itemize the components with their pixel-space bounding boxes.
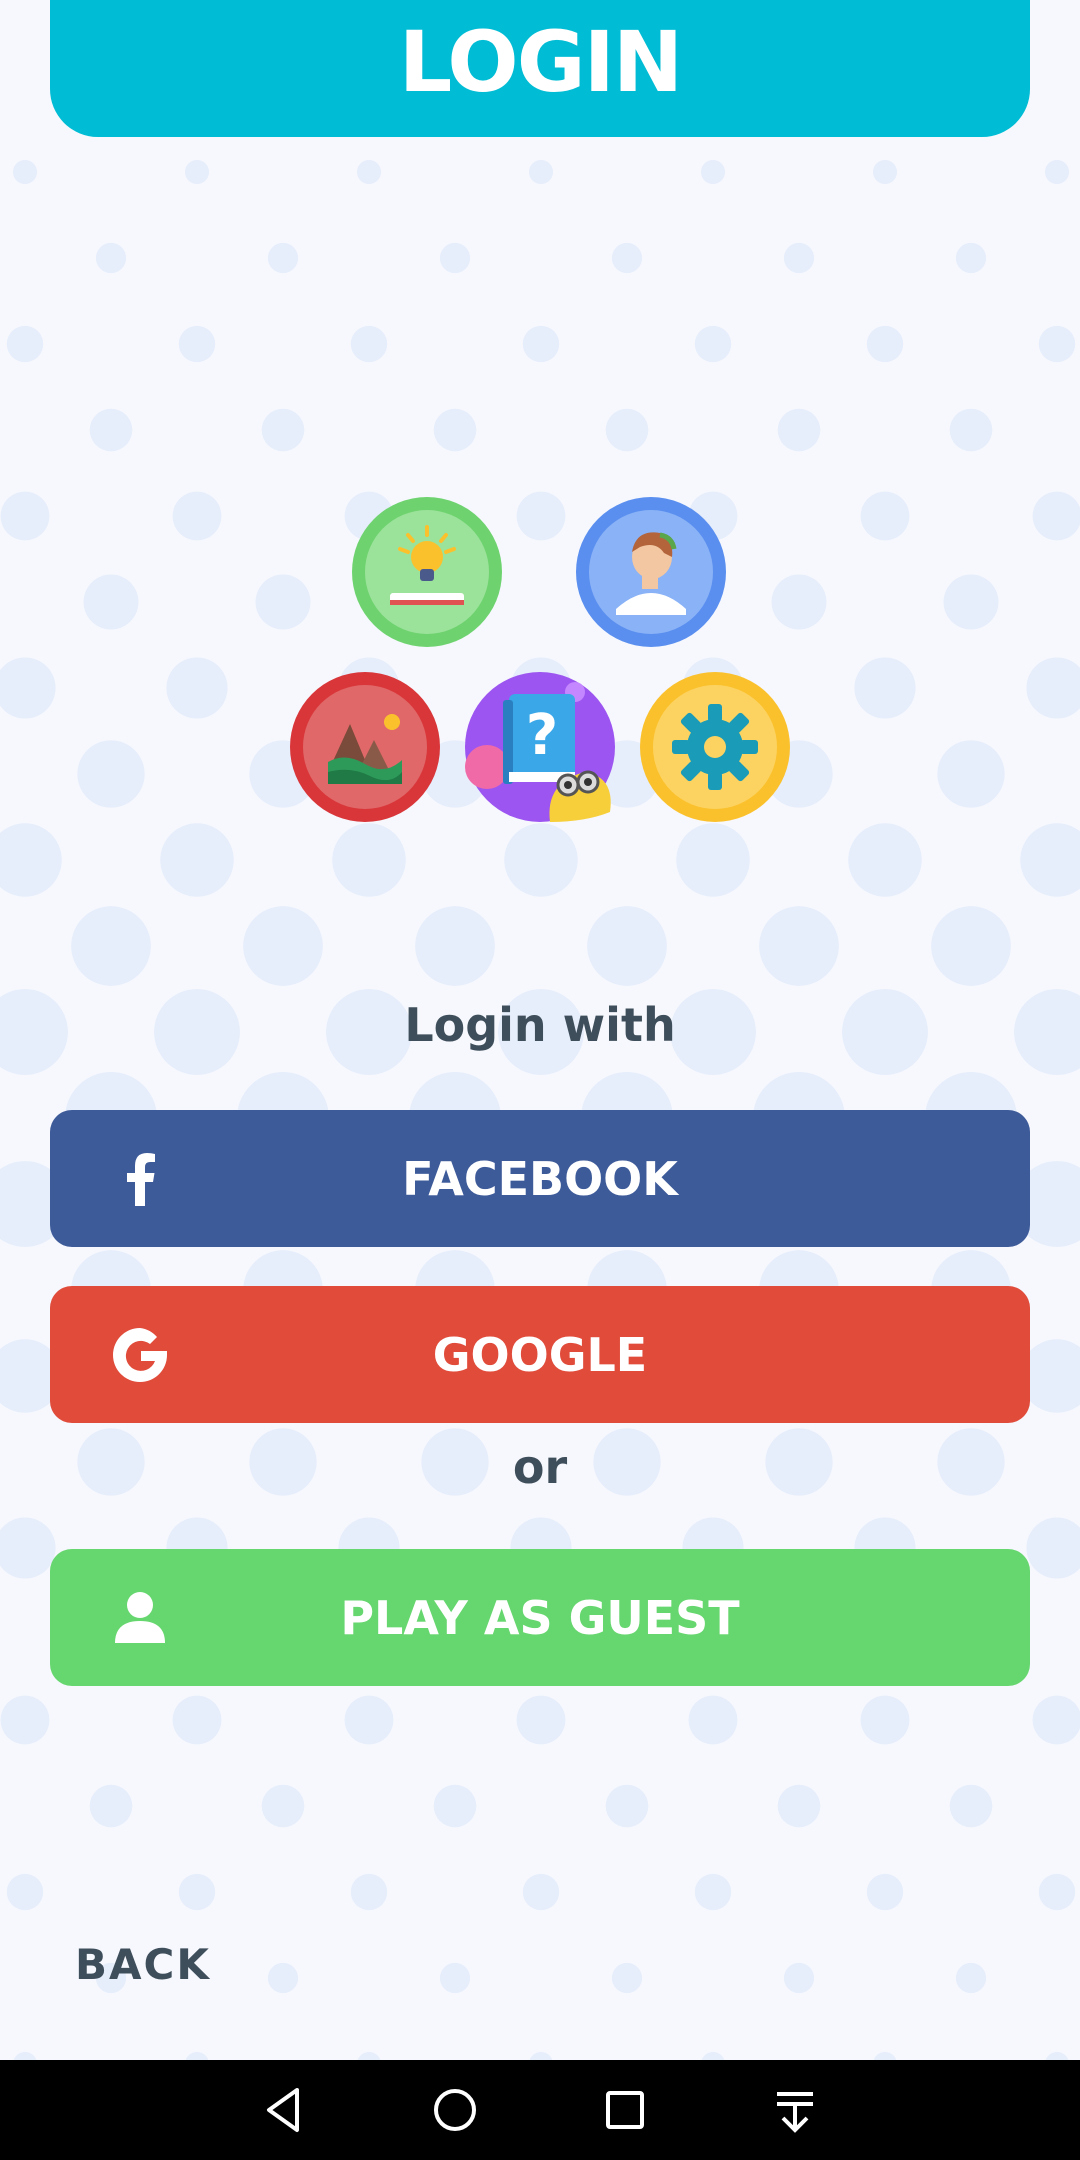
facebook-login-button[interactable]: FACEBOOK [50, 1110, 1030, 1247]
google-icon [105, 1320, 175, 1390]
facebook-button-label: FACEBOOK [402, 1151, 678, 1206]
category-badge-quiz: ? [465, 672, 615, 822]
back-button[interactable]: BACK [75, 1940, 211, 1989]
login-with-label: Login with [404, 998, 676, 1052]
page-title: LOGIN [398, 13, 683, 111]
google-login-button[interactable]: GOOGLE [50, 1286, 1030, 1423]
person-icon [105, 1583, 175, 1653]
guest-button-label: PLAY AS GUEST [340, 1590, 740, 1645]
svg-text:?: ? [526, 703, 558, 768]
back-triangle-icon[interactable] [255, 2080, 315, 2140]
category-badge-ideas [352, 497, 502, 647]
mountain-landscape-icon [290, 672, 440, 822]
google-button-label: GOOGLE [432, 1327, 648, 1382]
notification-pull-icon[interactable] [765, 2080, 825, 2140]
system-navigation-bar [0, 2060, 1080, 2160]
category-badge-geography [290, 672, 440, 822]
history-person-icon [576, 497, 726, 647]
recents-square-icon[interactable] [595, 2080, 655, 2140]
header-banner: LOGIN [50, 0, 1030, 137]
lightbulb-book-icon [352, 497, 502, 647]
facebook-icon [105, 1144, 175, 1214]
gear-icon [640, 672, 790, 822]
or-divider-label: or [512, 1440, 568, 1494]
category-badge-technology [640, 672, 790, 822]
home-circle-icon[interactable] [425, 2080, 485, 2140]
play-as-guest-button[interactable]: PLAY AS GUEST [50, 1549, 1030, 1686]
question-book-icon: ? [465, 672, 615, 822]
category-badge-history [576, 497, 726, 647]
